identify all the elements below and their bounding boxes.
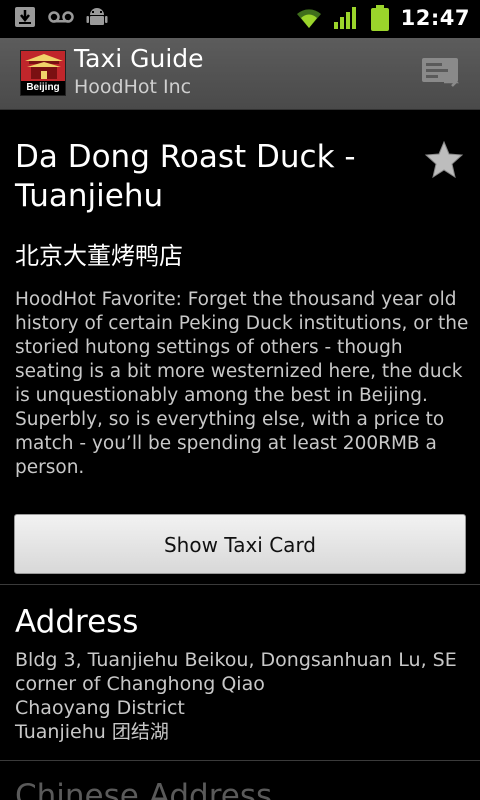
status-bar: 12:47 — [0, 0, 480, 38]
place-description: HoodHot Favorite: Forget the thousand ye… — [15, 289, 469, 478]
battery-icon — [370, 5, 389, 31]
temple-icon — [25, 54, 63, 79]
chinese-address-heading: Chinese Address — [15, 778, 273, 800]
address-line: Bldg 3, Tuanjiehu Beikou, Dongsanhuan Lu… — [15, 649, 457, 671]
app-logo[interactable]: Beijing — [20, 50, 66, 96]
address-text: Bldg 3, Tuanjiehu Beikou, Dongsanhuan Lu… — [15, 648, 457, 744]
divider — [0, 584, 480, 585]
status-time: 12:47 — [400, 6, 470, 30]
address-line: Tuanjiehu 团结湖 — [15, 721, 169, 743]
divider — [0, 760, 480, 761]
address-line: corner of Changhong Qiao — [15, 673, 265, 695]
download-icon — [15, 7, 35, 27]
voicemail-icon — [48, 11, 74, 23]
star-icon[interactable] — [424, 140, 464, 180]
address-line: Chaoyang District — [15, 697, 185, 719]
app-title: Taxi Guide — [74, 44, 204, 73]
place-detail: Da Dong Roast Duck - Tuanjiehu 北京大董烤鸭店 H… — [0, 110, 480, 800]
place-name: Da Dong Roast Duck - Tuanjiehu — [15, 139, 356, 214]
action-bar: Beijing Taxi Guide HoodHot Inc — [0, 38, 480, 110]
android-icon — [86, 8, 108, 25]
app-subtitle: HoodHot Inc — [74, 76, 192, 98]
logo-caption: Beijing — [21, 81, 65, 95]
show-taxi-card-button[interactable]: Show Taxi Card — [14, 514, 466, 574]
wifi-icon — [296, 9, 321, 28]
signal-icon — [333, 7, 356, 29]
place-chinese-name: 北京大董烤鸭店 — [15, 242, 183, 270]
taxi-card-icon[interactable] — [420, 54, 460, 92]
address-heading: Address — [15, 604, 139, 640]
